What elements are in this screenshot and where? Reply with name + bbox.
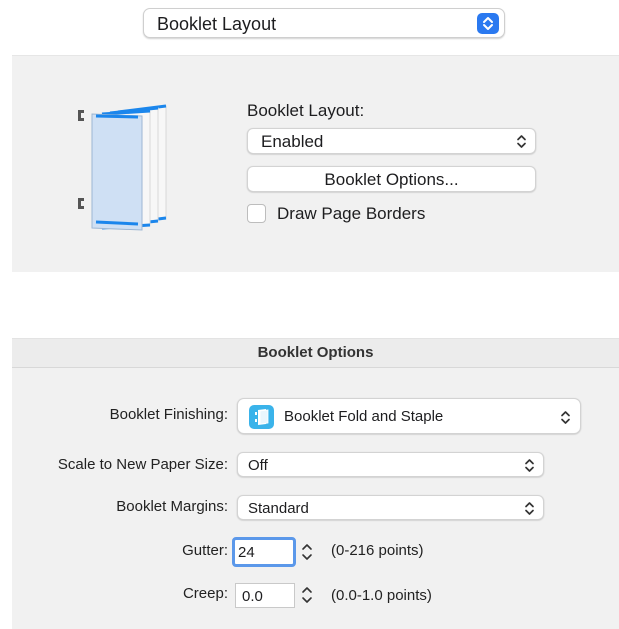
booklet-margins-label: Booklet Margins:	[116, 498, 228, 515]
creep-range: (0.0-1.0 points)	[331, 587, 432, 604]
booklet-options-button[interactable]: Booklet Options...	[247, 166, 536, 192]
gutter-input[interactable]: 24	[232, 537, 296, 567]
booklet-layout-mode-value: Enabled	[261, 132, 324, 151]
up-down-chevron-icon	[525, 502, 534, 515]
booklet-finishing-popup[interactable]: Booklet Fold and Staple	[237, 398, 581, 434]
draw-page-borders-label[interactable]: Draw Page Borders	[277, 204, 425, 224]
booklet-options-header: Booklet Options	[12, 338, 619, 368]
booklet-layout-label: Booklet Layout:	[247, 101, 365, 120]
up-down-chevron-icon	[517, 135, 526, 148]
booklet-options-button-label: Booklet Options...	[324, 170, 459, 189]
scale-paper-size-label: Scale to New Paper Size:	[57, 456, 228, 473]
gutter-range: (0-216 points)	[331, 542, 424, 559]
up-down-chevron-icon	[561, 411, 570, 424]
booklet-options-title: Booklet Options	[257, 344, 374, 361]
booklet-finishing-value: Booklet Fold and Staple	[284, 408, 444, 425]
scale-paper-size-value: Off	[248, 457, 268, 474]
booklet-layout-mode-popup[interactable]: Enabled	[247, 128, 536, 154]
creep-stepper[interactable]	[300, 583, 314, 607]
panel-select-popup[interactable]: Booklet Layout	[143, 8, 505, 38]
draw-page-borders-checkbox[interactable]	[247, 204, 266, 223]
up-down-chevron-icon	[477, 13, 499, 34]
creep-input[interactable]: 0.0	[235, 583, 295, 608]
booklet-finishing-label: Booklet Finishing:	[109, 406, 228, 423]
panel-select-label: Booklet Layout	[157, 14, 277, 34]
booklet-margins-value: Standard	[248, 500, 309, 517]
booklet-preview-icon	[78, 104, 167, 231]
gutter-stepper[interactable]	[300, 540, 314, 564]
booklet-staple-icon	[249, 405, 274, 429]
creep-label: Creep:	[182, 585, 228, 602]
up-down-chevron-icon	[525, 459, 534, 472]
booklet-margins-popup[interactable]: Standard	[237, 495, 544, 520]
scale-paper-size-popup[interactable]: Off	[237, 452, 544, 477]
gutter-label: Gutter:	[182, 542, 228, 559]
